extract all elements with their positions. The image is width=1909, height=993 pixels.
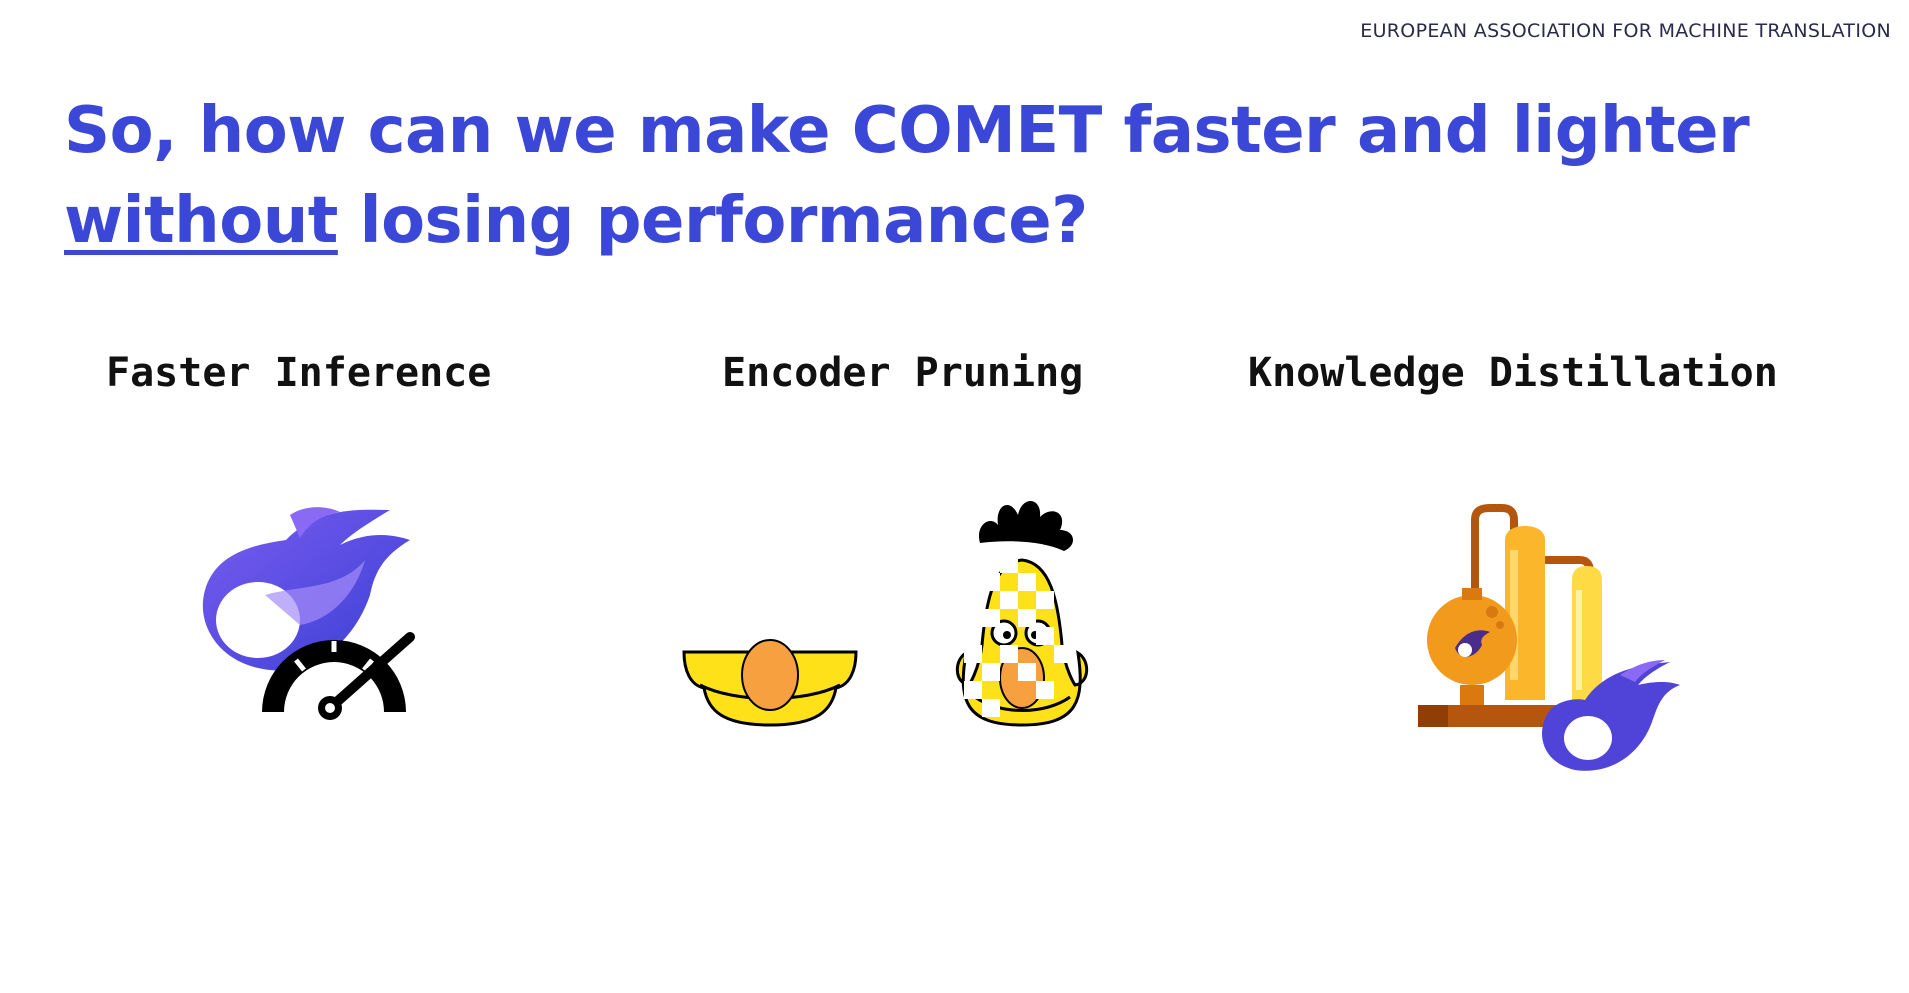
title-part-2: losing performance?: [337, 184, 1089, 258]
title-underlined-word: without: [64, 184, 338, 258]
pruned-muppet-icon: [682, 500, 1089, 727]
comet-speedometer-icon: [202, 507, 415, 720]
distillery-comet-icon: [1418, 504, 1680, 771]
title-part-1: So, how can we make COMET faster and lig…: [64, 94, 1750, 168]
faster-inference-label: Faster Inference: [106, 350, 492, 396]
slide-title: So, how can we make COMET faster and lig…: [64, 86, 1824, 266]
encoder-pruning-label: Encoder Pruning: [722, 350, 1084, 396]
organization-header: EUROPEAN ASSOCIATION FOR MACHINE TRANSLA…: [1360, 20, 1891, 42]
knowledge-distillation-label: Knowledge Distillation: [1248, 350, 1778, 396]
